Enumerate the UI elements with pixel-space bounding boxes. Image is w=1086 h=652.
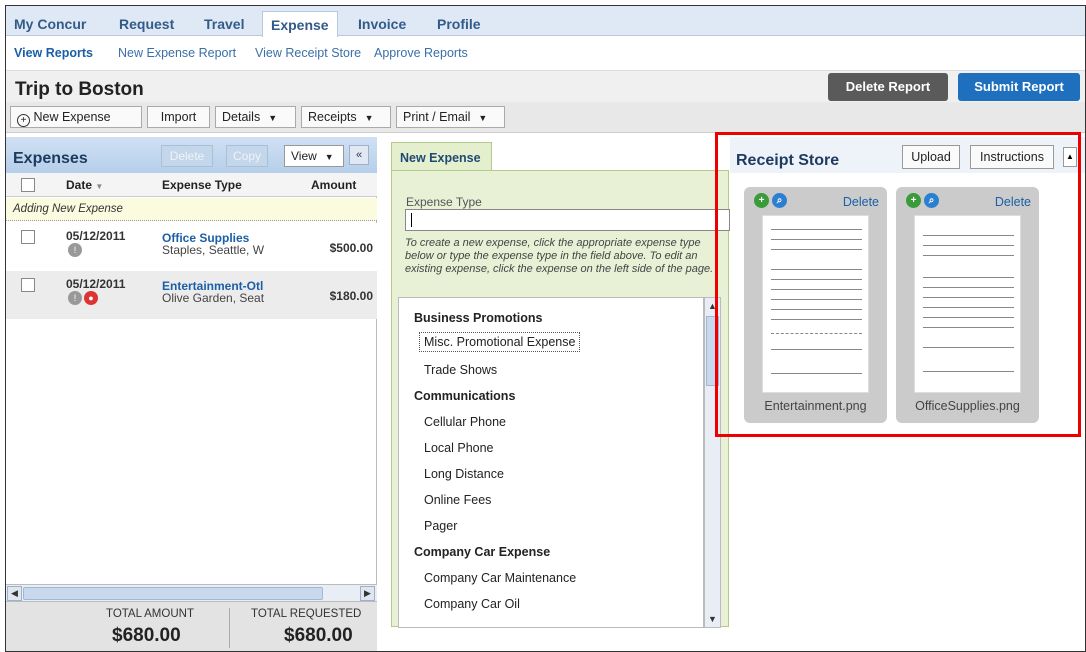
expenses-header: Expenses Delete Copy View ▼ «: [6, 137, 377, 173]
list-item-misc-promotional-expense[interactable]: Misc. Promotional Expense: [419, 332, 581, 352]
caret-down-icon: ▼: [268, 113, 278, 123]
print-email-label: Print / Email: [403, 110, 471, 124]
totals-divider: [229, 608, 230, 648]
details-dropdown[interactable]: Details ▼: [215, 106, 296, 128]
receipt-missing-icon: !: [68, 243, 82, 257]
horizontal-scrollbar[interactable]: ◀ ▶: [6, 584, 377, 601]
view-dropdown[interactable]: View ▼: [284, 145, 344, 167]
select-all-checkbox[interactable]: [21, 178, 35, 192]
nav-expense[interactable]: Expense: [262, 11, 338, 37]
scroll-right-icon[interactable]: ▶: [360, 586, 375, 601]
expense-type-input[interactable]: [405, 209, 730, 231]
total-requested-label: TOTAL REQUESTED: [251, 608, 362, 620]
plus-circle-icon: +: [17, 114, 30, 127]
details-label: Details: [222, 110, 261, 124]
new-expense-button[interactable]: + New Expense: [10, 106, 142, 128]
expense-totals: TOTAL AMOUNT $680.00 TOTAL REQUESTED $68…: [6, 601, 377, 651]
expenses-panel: Expenses Delete Copy View ▼ « Date ▼ Expe…: [6, 137, 377, 651]
expense-vendor: Olive Garden, Seat: [162, 291, 265, 305]
receipt-missing-icon: !: [68, 291, 82, 305]
expense-date: 05/12/2011: [66, 229, 126, 243]
nav-request[interactable]: Request: [119, 16, 174, 32]
list-item-trade-shows[interactable]: Trade Shows: [424, 363, 497, 377]
expense-type-column-header[interactable]: Expense Type: [162, 178, 242, 192]
text-caret: [411, 213, 412, 227]
caret-down-icon: ▼: [364, 113, 374, 123]
nav-invoice[interactable]: Invoice: [358, 16, 406, 32]
print-email-dropdown[interactable]: Print / Email ▼: [396, 106, 505, 128]
category-business-promotions: Business Promotions: [414, 311, 543, 325]
app-window: My Concur Request Travel Expense Invoice…: [5, 5, 1086, 652]
scroll-left-icon[interactable]: ◀: [7, 586, 22, 601]
adding-new-expense-row: Adding New Expense: [6, 198, 377, 221]
subnav-new-expense-report[interactable]: New Expense Report: [118, 46, 236, 60]
page-title: Trip to Boston: [15, 79, 144, 100]
collapse-panel-icon[interactable]: «: [349, 145, 369, 165]
new-expense-panel: Expense Type To create a new expense, cl…: [391, 170, 730, 628]
scroll-down-icon[interactable]: ▼: [705, 611, 720, 627]
list-item-cellular-phone[interactable]: Cellular Phone: [424, 415, 506, 429]
total-amount-value: $680.00: [112, 625, 181, 646]
list-item-company-car-oil[interactable]: Company Car Oil: [424, 597, 520, 611]
list-item-pager[interactable]: Pager: [424, 519, 457, 533]
expense-row[interactable]: 05/12/2011 ! Office Supplies Staples, Se…: [6, 223, 377, 271]
receipt-store-highlight-box: [715, 132, 1081, 437]
nav-my-concur[interactable]: My Concur: [14, 16, 86, 32]
subnav-view-reports[interactable]: View Reports: [14, 46, 93, 60]
expense-vendor: Staples, Seattle, W: [162, 243, 265, 257]
expense-row[interactable]: 05/12/2011 ! ● Entertainment-Otl Olive G…: [6, 271, 377, 319]
expense-type-label: Expense Type: [406, 195, 482, 209]
report-toolbar: + New Expense Import Details ▼ Receipts ▼ …: [6, 102, 1085, 133]
expenses-title: Expenses: [13, 150, 88, 167]
total-amount-label: TOTAL AMOUNT: [106, 608, 194, 620]
caret-down-icon: ▼: [324, 152, 334, 162]
row-checkbox[interactable]: [21, 278, 35, 292]
delete-expense-button[interactable]: Delete: [161, 145, 213, 167]
delete-report-button[interactable]: Delete Report: [828, 73, 948, 101]
report-title-bar: Trip to Boston Delete Report Submit Repo…: [6, 70, 1085, 102]
expense-date: 05/12/2011: [66, 277, 126, 291]
category-company-car-expense: Company Car Expense: [414, 545, 551, 559]
expense-amount: $500.00: [329, 241, 373, 255]
receipts-dropdown[interactable]: Receipts ▼: [301, 106, 391, 128]
copy-expense-button[interactable]: Copy: [226, 145, 268, 167]
row-checkbox[interactable]: [21, 230, 35, 244]
amount-column-header[interactable]: Amount: [311, 178, 356, 192]
date-column-header[interactable]: Date ▼: [66, 178, 103, 192]
list-item-local-phone[interactable]: Local Phone: [424, 441, 494, 455]
receipts-label: Receipts: [308, 110, 357, 124]
expense-column-header: Date ▼ Expense Type Amount: [6, 173, 377, 197]
attendees-icon: ●: [84, 291, 98, 305]
view-label: View: [291, 149, 317, 163]
import-button[interactable]: Import: [147, 106, 210, 128]
nav-profile[interactable]: Profile: [437, 16, 481, 32]
expense-amount: $180.00: [329, 289, 373, 303]
subnav-approve-reports[interactable]: Approve Reports: [374, 46, 468, 60]
adding-new-expense-label: Adding New Expense: [13, 203, 123, 215]
list-item-online-fees[interactable]: Online Fees: [424, 493, 491, 507]
expense-type-list: Business Promotions Misc. Promotional Ex…: [398, 297, 704, 628]
list-item-long-distance[interactable]: Long Distance: [424, 467, 504, 481]
new-expense-help-text: To create a new expense, click the appro…: [405, 237, 714, 275]
sort-down-icon: ▼: [95, 182, 104, 191]
scrollbar-thumb[interactable]: [23, 587, 323, 600]
submit-report-button[interactable]: Submit Report: [958, 73, 1080, 101]
caret-down-icon: ▼: [478, 113, 488, 123]
date-column-label: Date: [66, 178, 93, 192]
sub-navigation: View Reports New Expense Report View Rec…: [6, 37, 1085, 67]
new-expense-label: New Expense: [33, 110, 111, 124]
nav-travel[interactable]: Travel: [204, 16, 244, 32]
subnav-view-receipt-store[interactable]: View Receipt Store: [255, 46, 361, 60]
list-item-company-car-maintenance[interactable]: Company Car Maintenance: [424, 571, 576, 585]
category-communications: Communications: [414, 389, 516, 403]
tab-new-expense[interactable]: New Expense: [391, 142, 492, 170]
top-navigation: My Concur Request Travel Expense Invoice…: [6, 6, 1085, 37]
total-requested-value: $680.00: [284, 625, 353, 646]
